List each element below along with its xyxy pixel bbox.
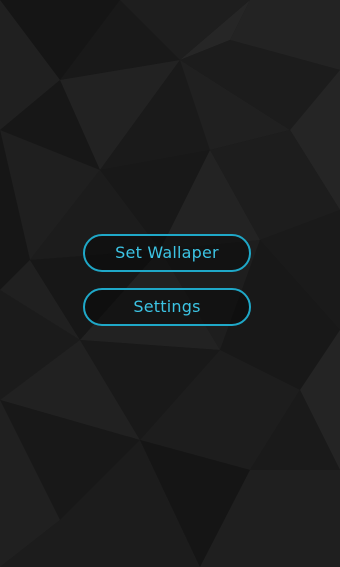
low-poly-wallpaper <box>0 0 340 567</box>
settings-button[interactable]: Settings <box>83 288 251 326</box>
app-screen: Set Wallaper Settings <box>0 0 340 567</box>
set-wallpaper-button[interactable]: Set Wallaper <box>83 234 251 272</box>
